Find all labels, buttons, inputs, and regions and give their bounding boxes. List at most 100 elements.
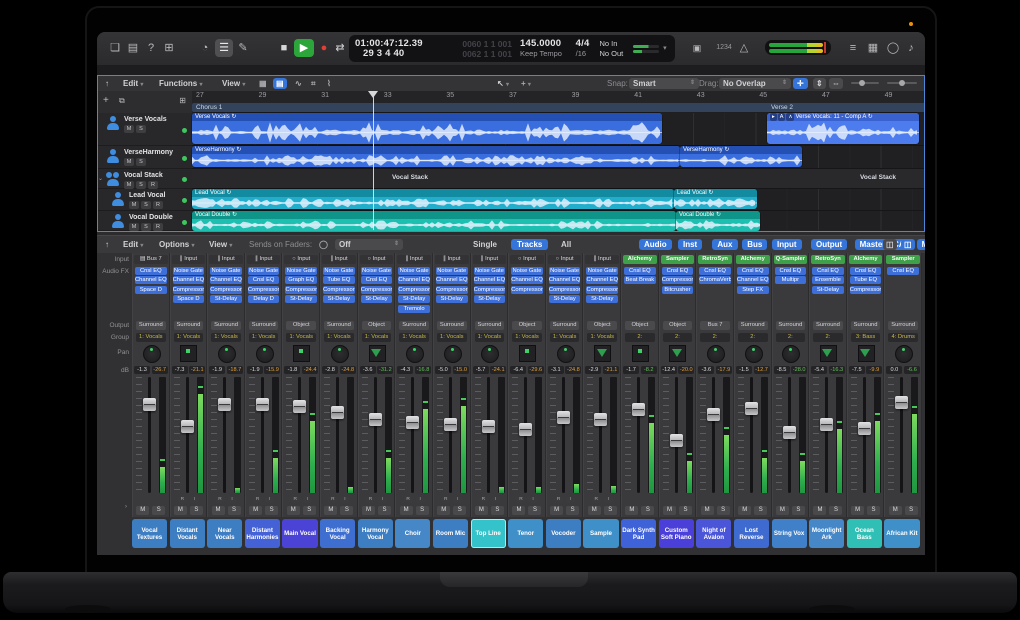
output-slot[interactable]: Object (587, 321, 617, 330)
audio-fx-slot[interactable]: Noise Gate (248, 267, 280, 275)
editors-icon[interactable]: ✎ (235, 39, 251, 57)
group-slot[interactable]: 1: Vocals (174, 333, 204, 342)
input-slot[interactable]: ∥ Input (435, 255, 469, 264)
pan-control[interactable] (782, 345, 800, 363)
audio-fx-slot[interactable]: St-Delay (285, 295, 317, 303)
filter-input[interactable]: Input (772, 239, 802, 250)
channel-strip-vocal-textures[interactable]: ▤ Bus 7Cnsl EQChannel EQSpace DSurround1… (132, 253, 170, 517)
input-monitor-button[interactable]: I (378, 497, 387, 503)
solo-button[interactable]: S (641, 506, 654, 515)
note-pads-icon[interactable]: ▦ (865, 39, 881, 57)
volume-value[interactable]: -5.4 (811, 366, 827, 374)
pan-control[interactable] (519, 345, 536, 362)
volume-fader[interactable] (331, 406, 344, 419)
strip-track-name[interactable]: Tenor (508, 519, 543, 548)
pan-control[interactable] (820, 345, 837, 362)
audio-fx-slot[interactable]: Noise Gate (549, 267, 581, 275)
solo-button[interactable]: S (792, 506, 805, 515)
pan-control[interactable] (444, 345, 462, 363)
filter-bus[interactable]: Bus (742, 239, 767, 250)
volume-fader[interactable] (218, 398, 231, 411)
group-slot[interactable]: 1: Vocals (286, 333, 316, 342)
channel-strip-dark-synth-pad[interactable]: AlchemyCnsl EQBeat BreakObject2: Keyboar… (621, 253, 659, 517)
audio-fx-slot[interactable]: Multipr (775, 276, 807, 284)
audio-fx-slot[interactable]: Noise Gate (398, 267, 430, 275)
input-slot[interactable]: ∥ Input (585, 255, 619, 264)
track-name[interactable]: Vocal Double (129, 214, 173, 221)
pan-control[interactable] (745, 345, 763, 363)
volume-value[interactable]: -5.7 (473, 366, 489, 374)
mute-button[interactable]: M (174, 506, 187, 515)
audio-fx-slot[interactable]: Ensemble (812, 276, 844, 284)
pan-control[interactable] (707, 345, 725, 363)
duplicate-track-button[interactable]: ⧉ (119, 96, 125, 106)
strip-track-name[interactable]: String Vox (772, 519, 807, 548)
volume-value[interactable]: -2.9 (585, 366, 601, 374)
mute-button[interactable]: M (475, 506, 488, 515)
channel-strip-tenor[interactable]: ○ InputNoise GateChannel EQCompressorObj… (508, 253, 546, 517)
channel-strip-top-line[interactable]: ∥ InputNoise GateChannel EQCompressorSt-… (471, 253, 509, 517)
volume-fader[interactable] (707, 408, 720, 421)
audio-fx-slot[interactable]: Noise Gate (511, 267, 543, 275)
record-enable-button[interactable]: R (328, 497, 337, 503)
output-slot[interactable]: Surround (211, 321, 241, 330)
solo-button[interactable]: S (265, 506, 278, 515)
solo-button[interactable]: S (491, 506, 504, 515)
strip-track-name[interactable]: Lost Reverse (734, 519, 769, 548)
solo-button[interactable]: S (604, 506, 617, 515)
record-enable-button[interactable]: R (178, 497, 187, 503)
channel-strip-sample[interactable]: ∥ InputNoise GateChannel EQCompressorSt-… (583, 253, 621, 517)
group-slot[interactable]: 3: Bass (851, 333, 881, 342)
group-slot[interactable]: 1: Vocals (324, 333, 354, 342)
volume-fader[interactable] (820, 418, 833, 431)
mute-button[interactable]: M (738, 506, 751, 515)
tracks-edit-menu[interactable]: Edit ▾ (123, 78, 143, 89)
input-slot[interactable]: ▤ Bus 7 (134, 255, 168, 264)
record-enable-button[interactable]: R (404, 497, 413, 503)
group-slot[interactable]: 1: Vocals (587, 333, 617, 342)
track-header-vocal-double[interactable]: Vocal DoubleMSR (97, 211, 192, 233)
group-slot[interactable]: 1: Vocals (362, 333, 392, 342)
group-slot[interactable]: 2: Keyboards (738, 333, 768, 342)
volume-value[interactable]: -1.7 (623, 366, 639, 374)
audio-fx-slot[interactable]: Beat Break (624, 276, 656, 284)
tracks-view-menu[interactable]: View ▾ (222, 78, 245, 89)
mixer-icon[interactable]: ☰ (215, 39, 233, 57)
pointer-tool-menu[interactable]: ↖ ▾ (497, 78, 509, 89)
peak-level-value[interactable]: -12.7 (754, 366, 770, 374)
take-play-icon[interactable]: ▸ (770, 113, 777, 121)
mixer-view-menu[interactable]: View ▾ (209, 239, 232, 250)
audio-fx-slot[interactable]: Bitcrusher (662, 286, 694, 294)
take-fold-icon[interactable]: ∧ (786, 113, 794, 121)
peak-level-value[interactable]: -26.7 (152, 366, 168, 374)
audio-fx-slot[interactable]: St-Delay (436, 295, 468, 303)
solo-button[interactable]: S (416, 506, 429, 515)
peak-level-value[interactable]: -24.4 (302, 366, 318, 374)
audio-fx-slot[interactable]: St-Delay (474, 295, 506, 303)
filter-output[interactable]: Output (811, 239, 847, 250)
output-slot[interactable]: Surround (437, 321, 467, 330)
strip-track-name[interactable]: Distant Harmonies (245, 519, 280, 548)
audio-fx-slot[interactable]: Noise Gate (474, 267, 506, 275)
audio-fx-slot[interactable]: Channel EQ (549, 276, 581, 284)
toolbar-more-icon[interactable]: ⊞ (161, 39, 177, 57)
input-slot[interactable]: ∥ Input (172, 255, 206, 264)
peak-level-value[interactable]: -28.0 (791, 366, 807, 374)
list-editors-icon[interactable]: ≡ (845, 39, 861, 57)
playhead-handle[interactable] (368, 91, 378, 98)
loop-browser-icon[interactable]: ◯ (885, 39, 901, 57)
audio-fx-slot[interactable]: Compressor (586, 286, 618, 294)
mute-button[interactable]: M (324, 506, 337, 515)
mixer-scope-all[interactable]: All (555, 239, 577, 250)
audio-fx-slot[interactable]: Cnsl EQ (624, 267, 656, 275)
automation-icon[interactable]: ∿ (295, 78, 302, 89)
output-slot[interactable]: Surround (888, 321, 918, 330)
record-enable-button[interactable]: R (153, 201, 163, 209)
volume-value[interactable]: -7.3 (172, 366, 188, 374)
peak-level-value[interactable]: -24.8 (565, 366, 581, 374)
narrow-channel-view-icon[interactable]: ◫ (883, 239, 897, 250)
group-slot[interactable]: 1: Vocals (136, 333, 166, 342)
zoom-vertical-icon[interactable]: ⇕ (813, 78, 826, 89)
lcd-chevron-icon[interactable]: ▾ (663, 35, 675, 62)
volume-value[interactable]: -3.1 (548, 366, 564, 374)
